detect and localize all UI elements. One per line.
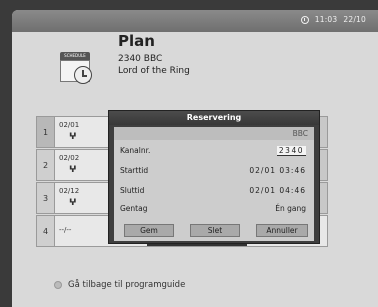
end-time-field[interactable]: Sluttid 02/01 04:46	[114, 183, 314, 199]
list-item-date: 02/12	[59, 187, 80, 195]
top-bar: 11:03 22/10	[12, 10, 378, 32]
back-to-guide-hint[interactable]: Gå tilbage til programguide	[54, 280, 185, 290]
list-item-number: 3	[37, 183, 55, 213]
reservation-dialog: Reservering BBC Kanalnr. 2340 Starttid 0…	[108, 110, 320, 244]
tv-screen: 11:03 22/10 SCHEDULE Plan 2340 BBC Lord …	[12, 10, 378, 307]
end-time-label: Sluttid	[120, 186, 145, 195]
schedule-icon: SCHEDULE	[60, 52, 96, 88]
list-item-number: 2	[37, 150, 55, 180]
start-time-label: Starttid	[120, 166, 149, 175]
schedule-icon-label: SCHEDULE	[60, 52, 90, 60]
program-name: Lord of the Ring	[118, 66, 190, 76]
back-label: Gå tilbage til programguide	[68, 280, 186, 290]
antenna-icon: ⵖ	[69, 165, 77, 175]
channel-name: BBC	[114, 127, 314, 140]
save-button[interactable]: Gem	[124, 224, 174, 237]
list-item-number: 4	[37, 216, 55, 246]
clock-time: 11:03	[314, 15, 338, 24]
repeat-field[interactable]: Gentag Én gang	[114, 201, 314, 217]
channel-number-label: Kanalnr.	[120, 146, 151, 155]
start-time-value[interactable]: 02/01 03:46	[249, 166, 306, 175]
channel-number-field[interactable]: Kanalnr. 2340	[114, 143, 314, 159]
list-item-date: 02/02	[59, 154, 80, 162]
cancel-button[interactable]: Annuller	[256, 224, 308, 237]
list-item-number: 1	[37, 117, 55, 147]
page-title: Plan	[118, 32, 155, 50]
start-time-field[interactable]: Starttid 02/01 03:46	[114, 163, 314, 179]
dialog-body: BBC Kanalnr. 2340 Starttid 02/01 03:46 S…	[114, 127, 314, 241]
clock-date: 22/10	[343, 15, 366, 24]
repeat-value[interactable]: Én gang	[275, 204, 306, 213]
clock-icon	[300, 15, 309, 24]
channel-number-input[interactable]: 2340	[276, 146, 306, 156]
program-channel: 2340 BBC	[118, 54, 163, 64]
list-item-date: --/--	[59, 226, 72, 234]
antenna-icon: ⵖ	[69, 198, 77, 208]
antenna-icon: ⵖ	[69, 132, 77, 142]
list-item-date: 02/01	[59, 121, 80, 129]
repeat-label: Gentag	[120, 204, 148, 213]
back-button-icon	[54, 281, 62, 289]
clock-dial-icon	[74, 66, 92, 84]
clock-area: 11:03 22/10	[300, 15, 366, 24]
delete-button[interactable]: Slet	[190, 224, 240, 237]
dialog-title: Reservering	[109, 111, 319, 125]
end-time-value[interactable]: 02/01 04:46	[249, 186, 306, 195]
